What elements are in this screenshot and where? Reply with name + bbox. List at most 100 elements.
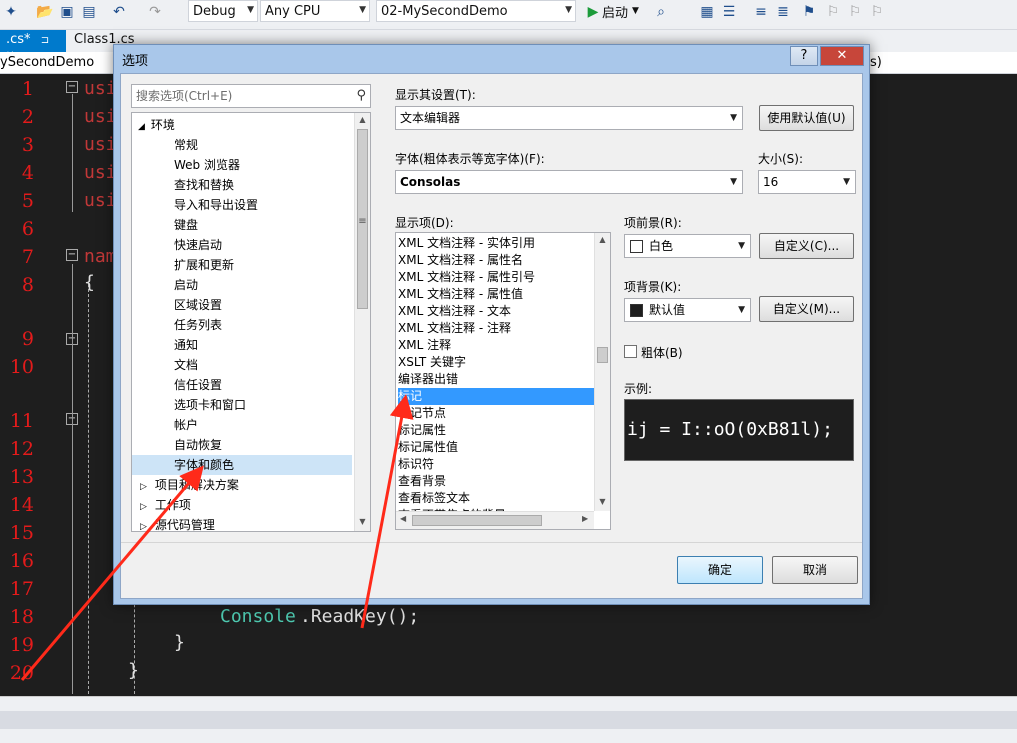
scroll-down-icon[interactable]: ▼ xyxy=(595,497,610,506)
scroll-down-icon[interactable]: ▼ xyxy=(355,517,370,526)
member-nav-combo[interactable]: s) xyxy=(870,55,882,70)
prev-bookmark-icon[interactable]: ⚐ xyxy=(824,3,842,21)
display-item[interactable]: 编译器出错 xyxy=(398,371,458,388)
next-bookmark-icon[interactable]: ⚐ xyxy=(846,3,864,21)
display-item[interactable]: 查看背景 xyxy=(398,473,446,490)
display-items-list[interactable]: XML 文档注释 - 实体引用 XML 文档注释 - 属性名 XML 文档注释 - … xyxy=(395,232,611,530)
save-all-icon[interactable]: ▤ xyxy=(80,3,98,21)
display-item[interactable]: 查看标签文本 xyxy=(398,490,470,507)
display-item[interactable]: XML 文档注释 - 属性值 xyxy=(398,286,523,303)
platform-combo[interactable]: Any CPU ▼ xyxy=(260,0,370,22)
tree-node-category[interactable]: ▷ 项目和解决方案 xyxy=(140,475,239,495)
open-folder-icon[interactable]: 📂 xyxy=(36,3,54,21)
tree-node-option[interactable]: 通知 xyxy=(174,335,198,355)
options-search-input[interactable]: 搜索选项(Ctrl+E) ⚲ xyxy=(131,84,371,108)
uncomment-icon[interactable]: ≣ xyxy=(774,3,792,21)
tree-node-option[interactable]: 字体和颜色 xyxy=(132,455,352,475)
scroll-up-icon[interactable]: ▲ xyxy=(355,115,370,124)
help-button[interactable]: ? xyxy=(790,46,818,66)
list-scroll-thumb[interactable] xyxy=(597,347,608,363)
display-item[interactable]: XML 文档注释 - 注释 xyxy=(398,320,511,337)
tree-node-option[interactable]: 帐户 xyxy=(174,415,198,435)
tree-node-option[interactable]: 任务列表 xyxy=(174,315,222,335)
tree-expand-icon[interactable]: ▷ xyxy=(140,502,147,512)
display-item[interactable]: XSLT 关键字 xyxy=(398,354,466,371)
fold-collapse-icon[interactable]: − xyxy=(66,81,78,93)
tree-node-option[interactable]: 选项卡和窗口 xyxy=(174,395,246,415)
scroll-up-icon[interactable]: ▲ xyxy=(595,235,610,244)
line-number: 17 xyxy=(9,578,34,600)
list-hscrollbar[interactable]: ◀ ▶ xyxy=(396,511,594,529)
bookmark-icon[interactable]: ⚑ xyxy=(800,3,818,21)
list-vscrollbar[interactable]: ▲ ▼ xyxy=(594,233,610,511)
close-button[interactable]: ✕ xyxy=(820,46,864,66)
tree-node-environment[interactable]: ◢ 环境 xyxy=(138,115,175,135)
item-foreground-combo[interactable]: 白色 ▼ xyxy=(624,234,751,258)
tab-program-cs[interactable]: .cs* ⊐ ✕ xyxy=(0,30,66,61)
cancel-button[interactable]: 取消 xyxy=(772,556,858,584)
scroll-right-icon[interactable]: ▶ xyxy=(582,514,588,523)
display-item[interactable]: XML 文档注释 - 实体引用 xyxy=(398,235,535,252)
tree-node-category[interactable]: ▷ 工作项 xyxy=(140,495,191,515)
save-icon[interactable]: ▣ xyxy=(58,3,76,21)
bold-label: 粗体(B) xyxy=(641,346,683,360)
display-item[interactable]: 标记节点 xyxy=(398,405,446,422)
custom-foreground-button[interactable]: 自定义(C)... xyxy=(759,233,854,259)
background-swatch xyxy=(630,304,643,317)
options-tree[interactable]: ◢ 环境 常规 Web 浏览器 查找和替换 导入和导出设置 键盘 快速启动 扩展和更新 启动 区域… xyxy=(131,112,371,532)
tree-node-option[interactable]: 文档 xyxy=(174,355,198,375)
display-item[interactable]: XML 文档注释 - 属性名 xyxy=(398,252,523,269)
custom-background-button[interactable]: 自定义(M)... xyxy=(759,296,854,322)
font-combo[interactable]: Consolas ▼ xyxy=(395,170,743,194)
project-nav-combo[interactable]: ySecondDemo xyxy=(0,55,94,70)
tree-node-option[interactable]: 常规 xyxy=(174,135,198,155)
new-project-icon[interactable]: ✦ xyxy=(2,3,20,21)
tree-node-option[interactable]: 信任设置 xyxy=(174,375,222,395)
start-button-label[interactable]: 启动 xyxy=(602,2,628,21)
scroll-left-icon[interactable]: ◀ xyxy=(400,514,406,523)
redo-icon[interactable]: ↷ xyxy=(146,3,164,21)
start-play-icon[interactable]: ▶ xyxy=(584,3,602,21)
display-item[interactable]: 标识符 xyxy=(398,456,434,473)
display-item[interactable]: XML 文档注释 - 属性引号 xyxy=(398,269,535,286)
tree-node-option[interactable]: 区域设置 xyxy=(174,295,222,315)
display-item[interactable]: 标记 xyxy=(398,388,594,405)
tree-scrollbar[interactable]: ▲ ≡ ▼ xyxy=(354,113,370,531)
bold-checkbox[interactable] xyxy=(624,345,637,358)
tree-node-option[interactable]: 键盘 xyxy=(174,215,198,235)
display-item[interactable]: XML 注释 xyxy=(398,337,451,354)
startup-project-combo[interactable]: 02-MySecondDemo ▼ xyxy=(376,0,576,22)
clear-bookmark-icon[interactable]: ⚐ xyxy=(868,3,886,21)
tree-node-option[interactable]: Web 浏览器 xyxy=(174,155,240,175)
line-number: 5 xyxy=(21,190,34,212)
tree-node-option[interactable]: 快速启动 xyxy=(174,235,222,255)
horizontal-scrollbar[interactable] xyxy=(0,711,1017,729)
item-background-combo[interactable]: 默认值 ▼ xyxy=(624,298,751,322)
tree-node-option[interactable]: 启动 xyxy=(174,275,198,295)
start-dropdown-icon[interactable]: ▼ xyxy=(632,6,639,16)
solution-config-combo[interactable]: Debug ▼ xyxy=(188,0,258,22)
list-hscroll-thumb[interactable] xyxy=(412,515,542,526)
tree-expand-icon[interactable]: ▷ xyxy=(140,482,147,492)
tree-expand-icon[interactable]: ◢ xyxy=(138,122,145,132)
display-item[interactable]: XML 文档注释 - 文本 xyxy=(398,303,511,320)
tree-expand-icon[interactable]: ▷ xyxy=(140,522,147,531)
bookmark-list-icon[interactable]: ▦ xyxy=(698,3,716,21)
undo-icon[interactable]: ↶ xyxy=(110,3,128,21)
ok-button[interactable]: 确定 xyxy=(677,556,763,584)
display-item[interactable]: 标记属性 xyxy=(398,422,446,439)
tree-node-option[interactable]: 自动恢复 xyxy=(174,435,222,455)
format-icon[interactable]: ☰ xyxy=(720,3,738,21)
show-settings-for-combo[interactable]: 文本编辑器 ▼ xyxy=(395,106,743,130)
fold-collapse-icon[interactable]: − xyxy=(66,249,78,261)
size-combo[interactable]: 16 ▼ xyxy=(758,170,856,194)
tree-node-option[interactable]: 扩展和更新 xyxy=(174,255,234,275)
display-item[interactable]: 标记属性值 xyxy=(398,439,458,456)
tree-node-option[interactable]: 导入和导出设置 xyxy=(174,195,258,215)
font-value: Consolas xyxy=(400,175,461,189)
comment-icon[interactable]: ≡ xyxy=(752,3,770,21)
tree-node-option[interactable]: 查找和替换 xyxy=(174,175,234,195)
find-icon[interactable]: ⌕ xyxy=(652,3,670,21)
tree-node-category[interactable]: ▷ 源代码管理 xyxy=(140,515,215,531)
use-defaults-button[interactable]: 使用默认值(U) xyxy=(759,105,854,131)
